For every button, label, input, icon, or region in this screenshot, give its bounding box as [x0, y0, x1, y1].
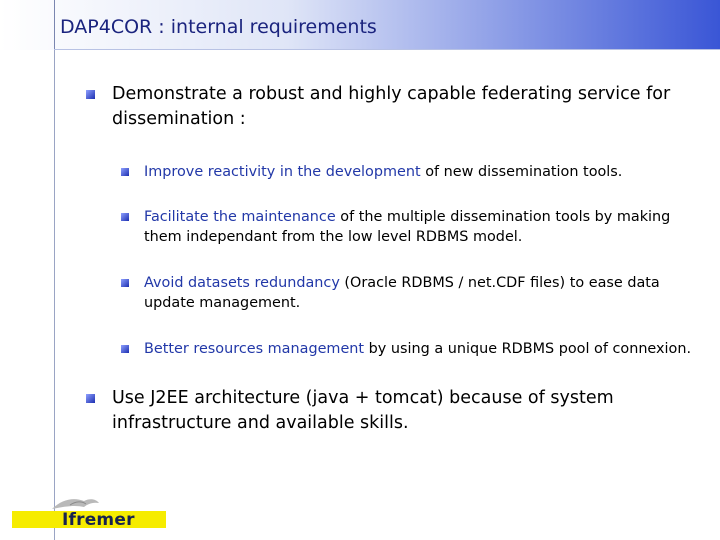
sub-bullet-4-rest: by using a unique RDBMS pool of connexio…: [364, 341, 692, 357]
sub-bullet-icon: [121, 345, 129, 353]
sub-bullet-icon: [121, 168, 129, 176]
sub-bullet-3-text: Avoid datasets redundancy (Oracle RDBMS …: [144, 273, 709, 313]
bullet-icon: [86, 394, 95, 403]
sub-bullet-4-highlight: Better resources management: [144, 341, 365, 357]
sub-bullet-icon: [121, 279, 129, 287]
slide-title: DAP4COR : internal requirements: [60, 16, 377, 38]
sub-bullet-4-text: Better resources management by using a u…: [144, 339, 709, 359]
sub-bullet-icon: [121, 213, 129, 221]
sub-bullet-2-highlight: Facilitate the maintenance: [144, 209, 336, 225]
sub-bullet-2-text: Facilitate the maintenance of the multip…: [144, 207, 709, 247]
bullet-icon: [86, 90, 95, 99]
left-margin-line: [54, 50, 55, 540]
sub-bullet-1-rest: of new dissemination tools.: [420, 164, 623, 180]
sub-bullet-3-highlight: Avoid datasets redundancy: [144, 275, 340, 291]
ifremer-logo: Ifremer: [12, 495, 168, 531]
title-divider-vertical: [54, 0, 55, 50]
logo-text: Ifremer: [62, 510, 135, 530]
sub-bullet-1-highlight: Improve reactivity in the development: [144, 164, 421, 180]
sub-bullet-1-text: Improve reactivity in the development of…: [144, 162, 709, 182]
title-divider-horizontal: [54, 49, 720, 50]
title-bar: DAP4COR : internal requirements: [0, 0, 720, 50]
bullet-1-text: Demonstrate a robust and highly capable …: [112, 84, 671, 129]
bullet-2-text: Use J2EE architecture (java + tomcat) be…: [112, 388, 614, 433]
